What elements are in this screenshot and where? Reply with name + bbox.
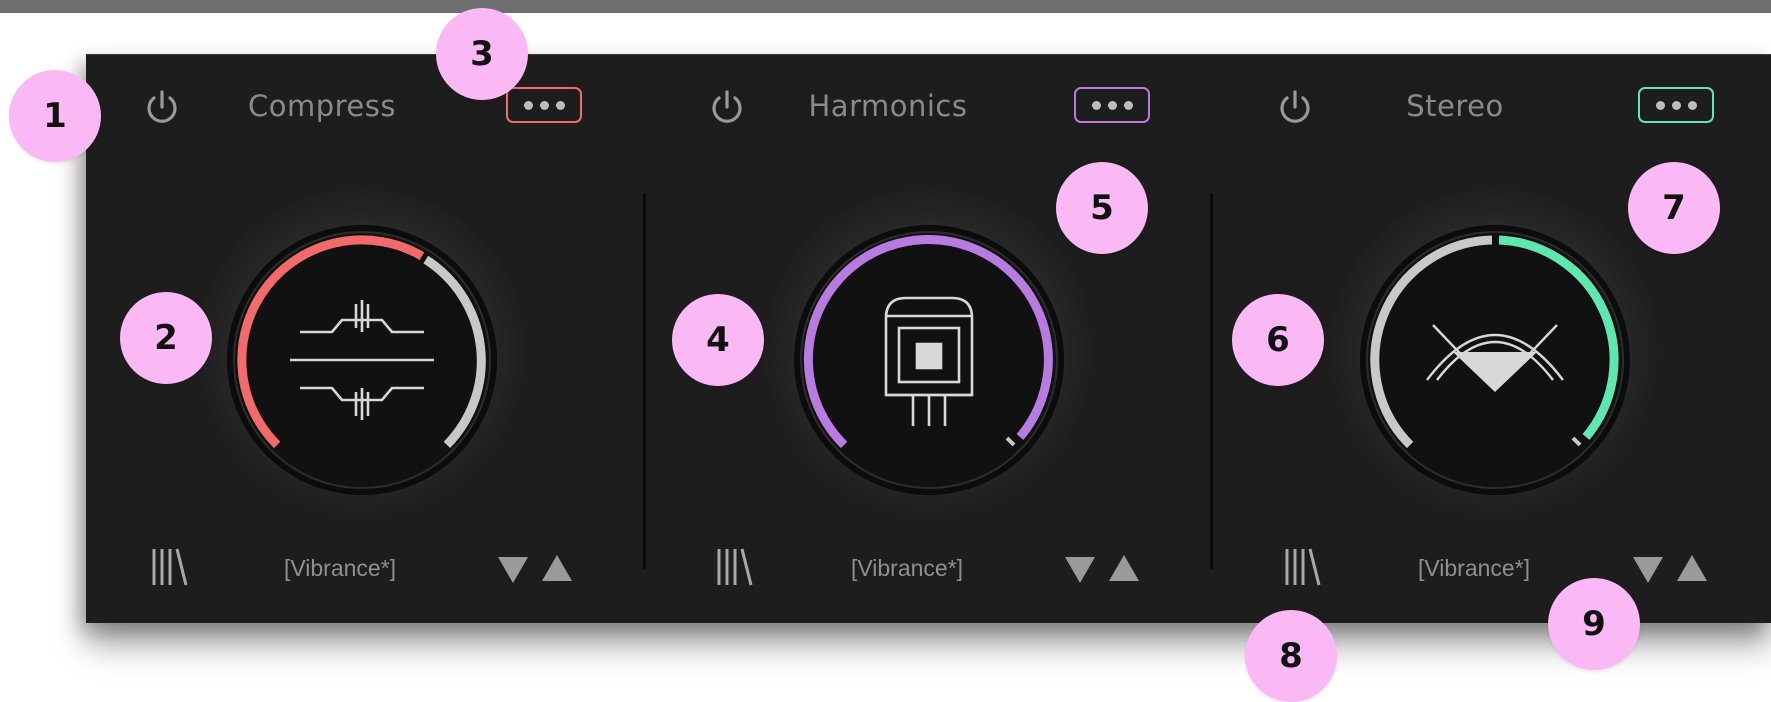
power-icon[interactable] [140, 85, 184, 129]
dot [1123, 100, 1133, 110]
dot [539, 100, 549, 110]
more-options-button[interactable] [1638, 87, 1714, 123]
dot [1091, 100, 1101, 110]
power-icon[interactable] [705, 85, 749, 129]
more-options-button[interactable] [506, 87, 582, 123]
dot [1655, 100, 1665, 110]
preset-previous-button[interactable] [1631, 551, 1665, 585]
preset-next-button[interactable] [540, 551, 574, 585]
callout-badge: 4 [672, 294, 764, 386]
module-divider [1210, 193, 1213, 569]
preset-name[interactable]: [Vibrance*] [807, 555, 1007, 582]
callout-badge: 9 [1548, 578, 1640, 670]
module-title: Compress [248, 89, 396, 123]
preset-name[interactable]: [Vibrance*] [240, 555, 440, 582]
compress-knob[interactable] [182, 180, 542, 540]
module-divider [643, 193, 646, 569]
effects-panel: Compress [Vibrance*] Harmonics [Vibrance… [86, 54, 1771, 623]
stereo-knob[interactable] [1315, 180, 1675, 540]
dot [1107, 100, 1117, 110]
library-icon[interactable] [713, 545, 757, 589]
preset-next-button[interactable] [1107, 551, 1141, 585]
library-icon[interactable] [148, 545, 192, 589]
preset-previous-button[interactable] [1063, 551, 1097, 585]
callout-badge: 2 [120, 292, 212, 384]
dot [1671, 100, 1681, 110]
callout-badge: 3 [436, 8, 528, 100]
more-options-button[interactable] [1074, 87, 1150, 123]
top-bar [0, 0, 1771, 13]
callout-badge: 6 [1232, 294, 1324, 386]
dot [555, 100, 565, 110]
callout-badge: 8 [1245, 610, 1337, 702]
dot [523, 100, 533, 110]
preset-name[interactable]: [Vibrance*] [1374, 555, 1574, 582]
module-title: Stereo [1406, 89, 1504, 123]
callout-badge: 1 [9, 70, 101, 162]
harmonics-knob[interactable] [749, 180, 1109, 540]
callout-badge: 5 [1056, 162, 1148, 254]
preset-next-button[interactable] [1675, 551, 1709, 585]
power-icon[interactable] [1273, 85, 1317, 129]
dot [1687, 100, 1697, 110]
callout-badge: 7 [1628, 162, 1720, 254]
preset-previous-button[interactable] [496, 551, 530, 585]
module-title: Harmonics [808, 89, 968, 123]
library-icon[interactable] [1281, 545, 1325, 589]
